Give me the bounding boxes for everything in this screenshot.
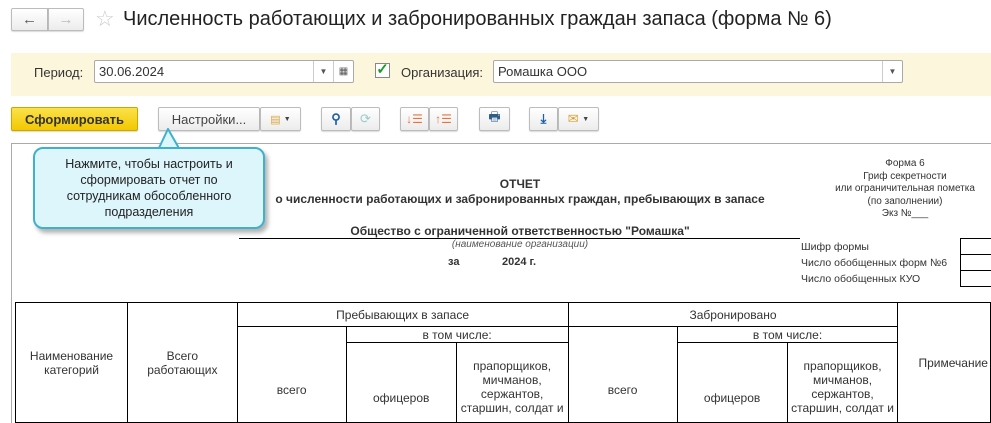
chevron-down-icon: ▼ — [283, 115, 291, 123]
col-reserve-others: прапорщиков, мичманов, сержантов, старши… — [455, 342, 569, 423]
sort-desc-button[interactable]: ↓☰ — [400, 107, 429, 131]
form-info: Форма 6 Гриф секретности или ограничител… — [830, 158, 980, 221]
print-icon: 🖶 — [488, 109, 501, 124]
fill-note: (по заполнении) — [867, 195, 943, 207]
group-reserve: Пребывающих в запасе — [236, 302, 569, 327]
forward-button[interactable]: → — [48, 8, 84, 31]
kuo-count-label: Число обобщенных КУО — [801, 273, 921, 285]
col-total: Всего работающих — [127, 302, 238, 423]
col-reserve-officers: офицеров — [345, 342, 457, 423]
group-reserved: Забронировано — [567, 302, 899, 327]
col-reserved-officers: офицеров — [676, 342, 788, 423]
search-button[interactable]: ⚲ — [321, 107, 351, 131]
forms-count-label: Число обобщенных форм №6 — [801, 257, 948, 269]
reserve-including: в том числе: — [345, 326, 569, 343]
print-button[interactable]: 🖶 — [479, 107, 510, 131]
page-title: Численность работающих и забронированных… — [123, 8, 832, 30]
form-code-label: Шифр формы — [801, 241, 869, 253]
settings-tooltip: Нажмите, чтобы настроить и сформировать … — [33, 147, 265, 229]
org-dropdown-button[interactable]: ▼ — [882, 61, 902, 82]
col-reserved-all: всего — [567, 326, 678, 423]
period-dropdown-button[interactable]: ▼ — [313, 61, 333, 82]
reserved-including: в том числе: — [676, 326, 899, 343]
codes-boxes — [960, 238, 991, 287]
copy-number: Экз №___ — [881, 208, 929, 219]
variants-button[interactable]: ▤ ▼ — [260, 107, 301, 131]
folder-report-icon: ▤ — [270, 113, 281, 126]
org-label: Организация: — [401, 65, 484, 80]
report-year: 2024 г. — [502, 256, 537, 268]
envelope-icon: ✉ — [567, 111, 579, 126]
chevron-down-icon: ▼ — [582, 115, 590, 123]
org-caption: (наименование организации) — [451, 239, 589, 250]
back-button[interactable]: ← — [11, 8, 48, 31]
generate-button[interactable]: Сформировать — [11, 107, 138, 131]
search-icon: ⚲ — [331, 111, 341, 126]
calendar-icon[interactable]: ▦ — [333, 61, 353, 82]
sort-ascending-icon: ↑☰ — [435, 112, 452, 126]
sort-asc-button[interactable]: ↑☰ — [429, 107, 458, 131]
org-name: Общество с ограниченной ответственностью… — [350, 224, 690, 238]
for-label: за — [448, 256, 460, 268]
report-subheading: о численности работающих и забронированн… — [275, 192, 765, 206]
sort-descending-icon: ↓☰ — [406, 112, 423, 126]
search-repeat-icon: ⟳ — [360, 111, 371, 126]
download-icon: ⤓ — [540, 111, 547, 126]
org-checkbox[interactable]: ✓ — [375, 62, 390, 78]
period-value: 30.06.2024 — [99, 64, 165, 79]
period-input[interactable]: 30.06.2024 ▼ ▦ — [94, 60, 354, 83]
period-label: Период: — [34, 65, 84, 80]
col-reserve-all: всего — [236, 326, 347, 423]
favorite-star-icon[interactable]: ☆ — [95, 6, 115, 32]
save-button[interactable]: ⤓ — [529, 107, 558, 131]
org-value: Ромашка ООО — [498, 64, 588, 79]
form-number: Форма 6 — [885, 158, 925, 169]
col-reserved-others: прапорщиков, мичманов, сержантов, старши… — [786, 342, 899, 423]
col-note: Примечание — [897, 302, 991, 423]
report-heading: ОТЧЕТ — [499, 177, 541, 191]
report-table: Наименование категорий Всего работающих … — [14, 302, 991, 423]
org-input[interactable]: Ромашка ООО ▼ — [493, 60, 903, 83]
secrecy-label: Гриф секретности — [863, 170, 947, 182]
restriction-label: или ограничительная пометка — [835, 183, 975, 194]
send-email-button[interactable]: ✉ ▼ — [558, 107, 599, 131]
codes-block: Шифр формы Число обобщенных форм №6 Числ… — [801, 239, 947, 287]
col-category: Наименование категорий — [14, 302, 129, 423]
search-next-button[interactable]: ⟳ — [351, 107, 380, 131]
